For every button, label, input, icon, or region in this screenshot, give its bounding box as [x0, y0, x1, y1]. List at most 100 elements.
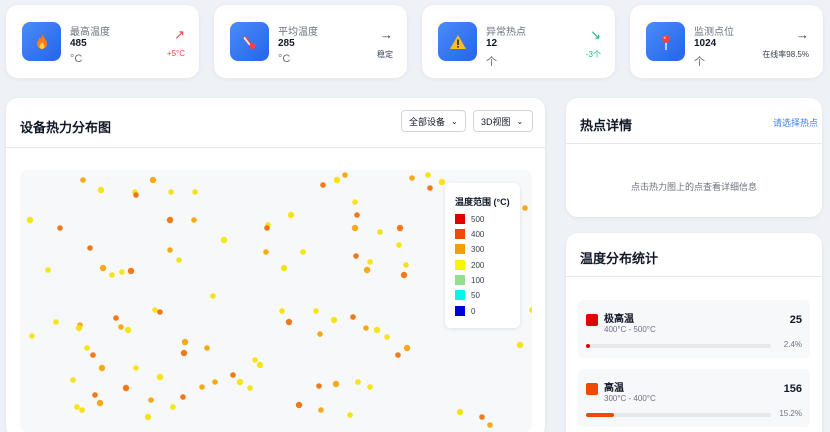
- hotspot-point[interactable]: [97, 186, 105, 194]
- hotspot-point[interactable]: [176, 257, 182, 263]
- hotspot-point[interactable]: [330, 316, 338, 324]
- hotspot-point[interactable]: [522, 205, 528, 211]
- hotspot-point[interactable]: [26, 216, 34, 224]
- hotspot-point[interactable]: [144, 413, 152, 421]
- hotspot-point[interactable]: [316, 383, 322, 389]
- hotspot-point[interactable]: [92, 392, 98, 398]
- hotspot-point[interactable]: [90, 352, 96, 358]
- hotspot-point[interactable]: [152, 307, 158, 313]
- hotspot-point[interactable]: [70, 377, 76, 383]
- hotspot-point[interactable]: [45, 267, 51, 273]
- hotspot-point[interactable]: [352, 199, 358, 205]
- hotspot-point[interactable]: [236, 378, 244, 386]
- hotspot-point[interactable]: [53, 319, 59, 325]
- hotspot-point[interactable]: [318, 407, 324, 413]
- hotspot-point[interactable]: [263, 249, 269, 255]
- hotspot-point[interactable]: [529, 307, 532, 313]
- hotspot-point[interactable]: [113, 315, 119, 321]
- hotspot-point[interactable]: [354, 212, 360, 218]
- hotspot-point[interactable]: [133, 192, 139, 198]
- hotspot-point[interactable]: [148, 397, 154, 403]
- hotspot-point[interactable]: [170, 404, 176, 410]
- hotspot-point[interactable]: [479, 414, 485, 420]
- hotspot-point[interactable]: [295, 401, 303, 409]
- hotspot-point[interactable]: [347, 412, 353, 418]
- hotspot-point[interactable]: [118, 324, 124, 330]
- hotspot-point[interactable]: [166, 216, 174, 224]
- hotspot-point[interactable]: [212, 379, 218, 385]
- hotspot-point[interactable]: [332, 380, 340, 388]
- hotspot-point[interactable]: [287, 211, 295, 219]
- hotspot-point[interactable]: [456, 408, 464, 416]
- device-select[interactable]: 全部设备 ⌄: [401, 110, 466, 132]
- hotspot-point[interactable]: [79, 407, 85, 413]
- hotspot-point[interactable]: [87, 245, 93, 251]
- hotspot-point[interactable]: [29, 333, 35, 339]
- hotspot-point[interactable]: [342, 172, 348, 178]
- hotspot-point[interactable]: [373, 326, 381, 334]
- hotspot-point[interactable]: [199, 384, 205, 390]
- hotspot-point[interactable]: [133, 365, 139, 371]
- hotspot-point[interactable]: [156, 373, 164, 381]
- hotspot-point[interactable]: [320, 182, 326, 188]
- hotspot-point[interactable]: [396, 242, 402, 248]
- hotspot-point[interactable]: [363, 266, 371, 274]
- hotspot-point[interactable]: [487, 422, 493, 428]
- hotspot-point[interactable]: [363, 325, 369, 331]
- hotspot-point[interactable]: [247, 385, 253, 391]
- view-select[interactable]: 3D视图 ⌄: [473, 110, 533, 132]
- hotspot-point[interactable]: [438, 178, 446, 186]
- hotspot-point[interactable]: [409, 175, 415, 181]
- hotspot-point[interactable]: [204, 345, 210, 351]
- hotspot-point[interactable]: [396, 224, 404, 232]
- hotspot-point[interactable]: [313, 308, 319, 314]
- hotspot-point[interactable]: [168, 189, 174, 195]
- hotspot-point[interactable]: [99, 264, 107, 272]
- hotspot-point[interactable]: [317, 331, 323, 337]
- hotspot-point[interactable]: [516, 341, 524, 349]
- hotspot-point[interactable]: [180, 394, 186, 400]
- hotspot-point[interactable]: [75, 324, 83, 332]
- hotspot-point[interactable]: [256, 361, 264, 369]
- hotspot-point[interactable]: [84, 345, 90, 351]
- hotspot-point[interactable]: [127, 267, 135, 275]
- hotspot-point[interactable]: [98, 364, 106, 372]
- hotspot-point[interactable]: [96, 399, 104, 407]
- select-hotspot-link[interactable]: 请选择热点: [773, 116, 818, 129]
- hotspot-point[interactable]: [74, 404, 80, 410]
- hotspot-point[interactable]: [80, 177, 86, 183]
- hotspot-point[interactable]: [149, 176, 157, 184]
- hotspot-point[interactable]: [57, 225, 63, 231]
- hotspot-point[interactable]: [400, 271, 408, 279]
- hotspot-point[interactable]: [279, 308, 285, 314]
- hotspot-point[interactable]: [333, 176, 341, 184]
- hotspot-point[interactable]: [157, 309, 163, 315]
- hotspot-point[interactable]: [122, 384, 130, 392]
- hotspot-point[interactable]: [395, 352, 401, 358]
- hotspot-point[interactable]: [425, 172, 431, 178]
- hotspot-point[interactable]: [367, 259, 373, 265]
- hotspot-point[interactable]: [355, 379, 361, 385]
- hotspot-point[interactable]: [167, 247, 173, 253]
- hotspot-point[interactable]: [351, 224, 359, 232]
- hotspot-point[interactable]: [403, 344, 411, 352]
- hotspot-point[interactable]: [119, 269, 125, 275]
- hotspot-point[interactable]: [427, 185, 433, 191]
- hotspot-point[interactable]: [300, 249, 306, 255]
- hotspot-point[interactable]: [285, 318, 293, 326]
- hotspot-point[interactable]: [192, 189, 198, 195]
- hotspot-point[interactable]: [353, 253, 359, 259]
- hotspot-point[interactable]: [280, 264, 288, 272]
- hotspot-point[interactable]: [252, 357, 258, 363]
- hotspot-point[interactable]: [210, 293, 216, 299]
- hotspot-point[interactable]: [350, 314, 356, 320]
- hotspot-point[interactable]: [367, 384, 373, 390]
- hotspot-point[interactable]: [403, 262, 409, 268]
- hotspot-point[interactable]: [180, 349, 188, 357]
- hotspot-point[interactable]: [264, 225, 270, 231]
- hotspot-point[interactable]: [230, 372, 236, 378]
- hotspot-point[interactable]: [124, 326, 132, 334]
- hotspot-point[interactable]: [384, 334, 390, 340]
- hotspot-point[interactable]: [109, 272, 115, 278]
- hotspot-point[interactable]: [220, 236, 228, 244]
